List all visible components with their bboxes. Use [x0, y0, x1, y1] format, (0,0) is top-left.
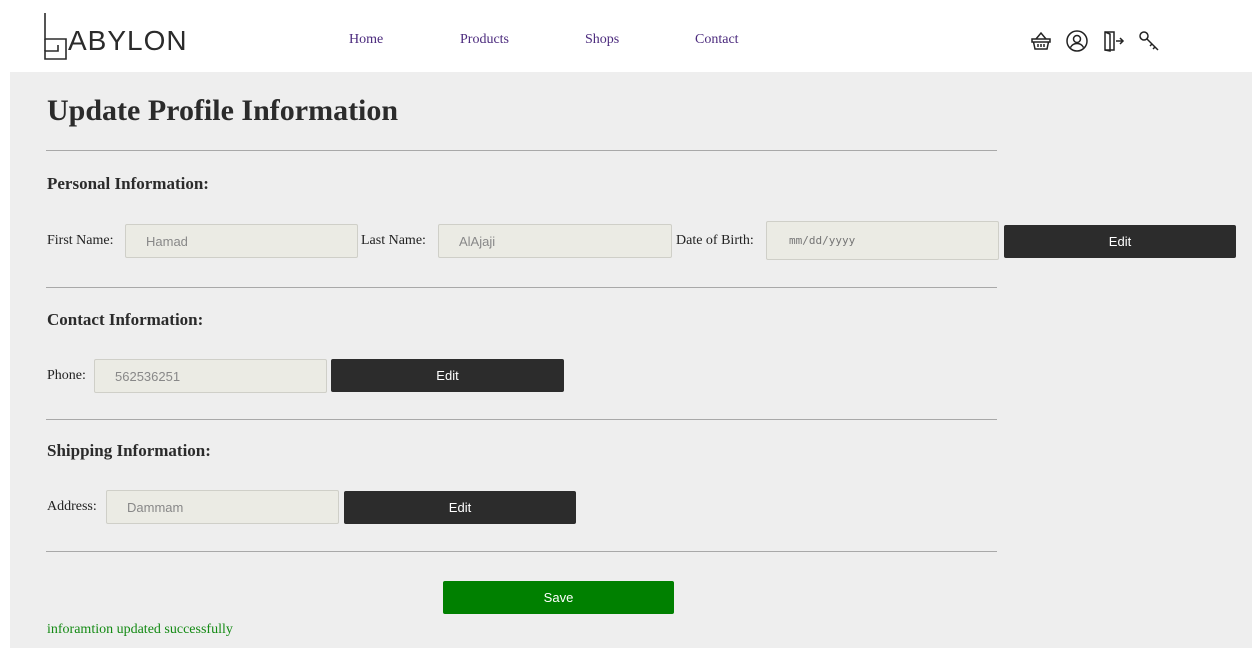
site-header: ABYLON Home Products Shops Contact: [0, 0, 1252, 72]
key-icon[interactable]: [1136, 28, 1162, 54]
personal-info-title: Personal Information:: [47, 174, 209, 193]
header-icons: [1028, 28, 1172, 54]
dob-field[interactable]: [766, 221, 999, 260]
first-name-label: First Name:: [47, 233, 114, 248]
divider: [46, 150, 997, 151]
nav-products-link[interactable]: Products: [460, 32, 509, 48]
address-label: Address:: [47, 499, 97, 514]
basket-icon[interactable]: [1028, 28, 1054, 54]
logo[interactable]: ABYLON: [40, 10, 188, 62]
address-field[interactable]: [106, 490, 339, 524]
shipping-edit-button[interactable]: Edit: [344, 491, 576, 524]
personal-edit-button[interactable]: Edit: [1004, 225, 1236, 258]
shipping-info-title: Shipping Information:: [47, 441, 211, 460]
first-name-field[interactable]: [125, 224, 358, 258]
logout-icon[interactable]: [1100, 28, 1126, 54]
divider: [46, 419, 997, 420]
dob-label: Date of Birth:: [676, 233, 754, 248]
nav-home-link[interactable]: Home: [349, 32, 383, 48]
logo-mark-icon: [40, 11, 70, 61]
success-message: inforamtion updated successfully: [47, 622, 233, 637]
divider: [46, 287, 997, 288]
logo-text: ABYLON: [68, 25, 188, 56]
nav-contact-link[interactable]: Contact: [695, 32, 739, 48]
phone-field[interactable]: [94, 359, 327, 393]
divider: [46, 551, 997, 552]
save-button[interactable]: Save: [443, 581, 674, 614]
phone-label: Phone:: [47, 368, 86, 383]
last-name-label: Last Name:: [361, 233, 426, 248]
page-title: Update Profile Information: [47, 94, 399, 127]
last-name-field[interactable]: [438, 224, 672, 258]
user-icon[interactable]: [1064, 28, 1090, 54]
contact-edit-button[interactable]: Edit: [331, 359, 564, 392]
profile-panel: Update Profile Information Personal Info…: [10, 72, 1252, 648]
contact-info-title: Contact Information:: [47, 310, 204, 329]
nav-shops-link[interactable]: Shops: [585, 32, 619, 48]
